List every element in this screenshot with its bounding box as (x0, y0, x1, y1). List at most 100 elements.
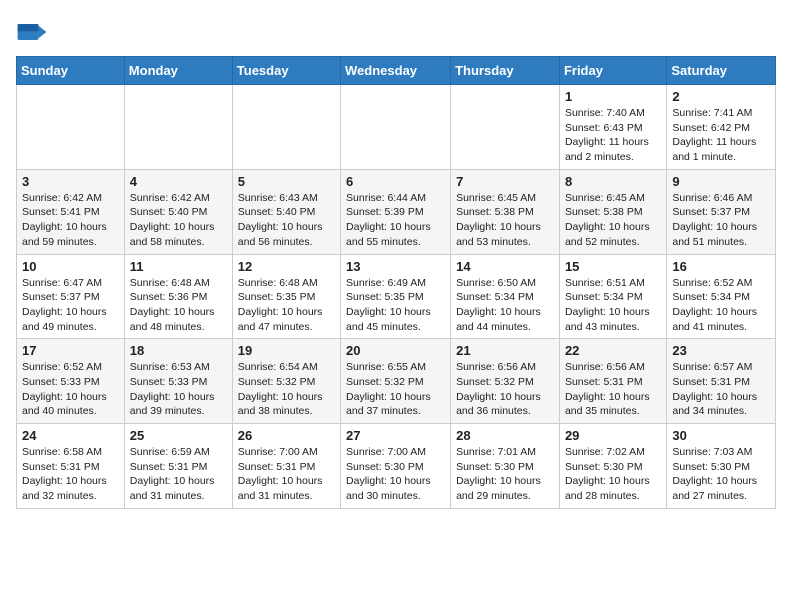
day-number: 11 (130, 259, 227, 274)
calendar-cell-4-3: 19 Sunrise: 6:54 AM Sunset: 5:32 PM Dayli… (232, 339, 340, 424)
day-info: Sunrise: 7:00 AM Sunset: 5:30 PM Dayligh… (346, 445, 445, 504)
day-number: 26 (238, 428, 335, 443)
day-number: 4 (130, 174, 227, 189)
day-info: Sunrise: 6:50 AM Sunset: 5:34 PM Dayligh… (456, 276, 554, 335)
day-number: 20 (346, 343, 445, 358)
day-number: 21 (456, 343, 554, 358)
weekday-header-friday: Friday (559, 57, 666, 85)
day-info: Sunrise: 6:52 AM Sunset: 5:34 PM Dayligh… (672, 276, 770, 335)
calendar-cell-4-2: 18 Sunrise: 6:53 AM Sunset: 5:33 PM Dayli… (124, 339, 232, 424)
calendar-cell-2-3: 5Sunrise: 6:43 AM Sunset: 5:40 PM Daylig… (232, 169, 340, 254)
day-number: 16 (672, 259, 770, 274)
week-row-3: 10Sunrise: 6:47 AM Sunset: 5:37 PM Dayli… (17, 254, 776, 339)
day-info: Sunrise: 6:56 AM Sunset: 5:32 PM Dayligh… (456, 360, 554, 419)
calendar-cell-5-5: 28 Sunrise: 7:01 AM Sunset: 5:30 PM Dayli… (451, 424, 560, 509)
day-number: 23 (672, 343, 770, 358)
calendar-cell-5-7: 30Sunrise: 7:03 AM Sunset: 5:30 PM Dayli… (667, 424, 776, 509)
calendar-cell-3-6: 15 Sunrise: 6:51 AM Sunset: 5:34 PM Dayli… (559, 254, 666, 339)
calendar-table: SundayMondayTuesdayWednesdayThursdayFrid… (16, 56, 776, 509)
calendar-cell-3-3: 12 Sunrise: 6:48 AM Sunset: 5:35 PM Dayli… (232, 254, 340, 339)
calendar-cell-4-6: 22 Sunrise: 6:56 AM Sunset: 5:31 PM Dayli… (559, 339, 666, 424)
day-info: Sunrise: 6:48 AM Sunset: 5:36 PM Dayligh… (130, 276, 227, 335)
day-info: Sunrise: 7:40 AM Sunset: 6:43 PM Dayligh… (565, 106, 661, 165)
calendar-cell-3-5: 14 Sunrise: 6:50 AM Sunset: 5:34 PM Dayli… (451, 254, 560, 339)
calendar-cell-1-7: 2 Sunrise: 7:41 AM Sunset: 6:42 PM Daylig… (667, 85, 776, 170)
calendar-cell-1-3 (232, 85, 340, 170)
day-number: 14 (456, 259, 554, 274)
calendar-cell-5-6: 29Sunrise: 7:02 AM Sunset: 5:30 PM Dayli… (559, 424, 666, 509)
day-number: 13 (346, 259, 445, 274)
day-number: 19 (238, 343, 335, 358)
day-info: Sunrise: 7:03 AM Sunset: 5:30 PM Dayligh… (672, 445, 770, 504)
day-info: Sunrise: 7:01 AM Sunset: 5:30 PM Dayligh… (456, 445, 554, 504)
day-info: Sunrise: 6:48 AM Sunset: 5:35 PM Dayligh… (238, 276, 335, 335)
day-info: Sunrise: 6:54 AM Sunset: 5:32 PM Dayligh… (238, 360, 335, 419)
calendar-cell-3-7: 16 Sunrise: 6:52 AM Sunset: 5:34 PM Dayli… (667, 254, 776, 339)
day-number: 15 (565, 259, 661, 274)
day-info: Sunrise: 6:43 AM Sunset: 5:40 PM Dayligh… (238, 191, 335, 250)
day-info: Sunrise: 6:59 AM Sunset: 5:31 PM Dayligh… (130, 445, 227, 504)
weekday-header-saturday: Saturday (667, 57, 776, 85)
day-number: 18 (130, 343, 227, 358)
day-number: 22 (565, 343, 661, 358)
calendar-cell-1-2 (124, 85, 232, 170)
logo-icon (16, 16, 48, 48)
calendar-cell-5-4: 27Sunrise: 7:00 AM Sunset: 5:30 PM Dayli… (341, 424, 451, 509)
day-info: Sunrise: 6:56 AM Sunset: 5:31 PM Dayligh… (565, 360, 661, 419)
page: SundayMondayTuesdayWednesdayThursdayFrid… (0, 0, 792, 525)
calendar-cell-1-1 (17, 85, 125, 170)
day-number: 9 (672, 174, 770, 189)
day-number: 12 (238, 259, 335, 274)
day-info: Sunrise: 6:58 AM Sunset: 5:31 PM Dayligh… (22, 445, 119, 504)
day-number: 17 (22, 343, 119, 358)
calendar-cell-4-4: 20 Sunrise: 6:55 AM Sunset: 5:32 PM Dayli… (341, 339, 451, 424)
day-info: Sunrise: 6:42 AM Sunset: 5:40 PM Dayligh… (130, 191, 227, 250)
day-number: 28 (456, 428, 554, 443)
day-number: 7 (456, 174, 554, 189)
day-info: Sunrise: 7:00 AM Sunset: 5:31 PM Dayligh… (238, 445, 335, 504)
day-info: Sunrise: 7:41 AM Sunset: 6:42 PM Dayligh… (672, 106, 770, 165)
day-info: Sunrise: 6:46 AM Sunset: 5:37 PM Dayligh… (672, 191, 770, 250)
day-number: 6 (346, 174, 445, 189)
day-info: Sunrise: 6:42 AM Sunset: 5:41 PM Dayligh… (22, 191, 119, 250)
calendar-cell-1-4 (341, 85, 451, 170)
calendar-cell-5-1: 24 Sunrise: 6:58 AM Sunset: 5:31 PM Dayli… (17, 424, 125, 509)
header (16, 10, 776, 48)
calendar-cell-2-5: 7 Sunrise: 6:45 AM Sunset: 5:38 PM Daylig… (451, 169, 560, 254)
day-number: 8 (565, 174, 661, 189)
day-number: 29 (565, 428, 661, 443)
day-number: 24 (22, 428, 119, 443)
day-info: Sunrise: 6:53 AM Sunset: 5:33 PM Dayligh… (130, 360, 227, 419)
day-info: Sunrise: 6:44 AM Sunset: 5:39 PM Dayligh… (346, 191, 445, 250)
calendar-cell-1-5 (451, 85, 560, 170)
calendar-cell-1-6: 1Sunrise: 7:40 AM Sunset: 6:43 PM Daylig… (559, 85, 666, 170)
weekday-header-monday: Monday (124, 57, 232, 85)
calendar-cell-5-3: 26 Sunrise: 7:00 AM Sunset: 5:31 PM Dayli… (232, 424, 340, 509)
day-info: Sunrise: 6:45 AM Sunset: 5:38 PM Dayligh… (456, 191, 554, 250)
day-info: Sunrise: 6:47 AM Sunset: 5:37 PM Dayligh… (22, 276, 119, 335)
day-info: Sunrise: 6:45 AM Sunset: 5:38 PM Dayligh… (565, 191, 661, 250)
logo (16, 16, 50, 48)
calendar-cell-2-7: 9 Sunrise: 6:46 AM Sunset: 5:37 PM Daylig… (667, 169, 776, 254)
weekday-header-thursday: Thursday (451, 57, 560, 85)
week-row-5: 24 Sunrise: 6:58 AM Sunset: 5:31 PM Dayli… (17, 424, 776, 509)
day-number: 3 (22, 174, 119, 189)
day-info: Sunrise: 6:51 AM Sunset: 5:34 PM Dayligh… (565, 276, 661, 335)
calendar-body: 1Sunrise: 7:40 AM Sunset: 6:43 PM Daylig… (17, 85, 776, 509)
day-info: Sunrise: 6:55 AM Sunset: 5:32 PM Dayligh… (346, 360, 445, 419)
day-info: Sunrise: 6:52 AM Sunset: 5:33 PM Dayligh… (22, 360, 119, 419)
calendar-cell-2-2: 4 Sunrise: 6:42 AM Sunset: 5:40 PM Daylig… (124, 169, 232, 254)
calendar-cell-5-2: 25 Sunrise: 6:59 AM Sunset: 5:31 PM Dayli… (124, 424, 232, 509)
calendar-cell-2-6: 8 Sunrise: 6:45 AM Sunset: 5:38 PM Daylig… (559, 169, 666, 254)
day-number: 2 (672, 89, 770, 104)
day-number: 25 (130, 428, 227, 443)
weekday-header-row: SundayMondayTuesdayWednesdayThursdayFrid… (17, 57, 776, 85)
week-row-4: 17 Sunrise: 6:52 AM Sunset: 5:33 PM Dayli… (17, 339, 776, 424)
weekday-header-sunday: Sunday (17, 57, 125, 85)
calendar-header: SundayMondayTuesdayWednesdayThursdayFrid… (17, 57, 776, 85)
week-row-1: 1Sunrise: 7:40 AM Sunset: 6:43 PM Daylig… (17, 85, 776, 170)
day-info: Sunrise: 6:49 AM Sunset: 5:35 PM Dayligh… (346, 276, 445, 335)
weekday-header-wednesday: Wednesday (341, 57, 451, 85)
calendar-cell-2-1: 3 Sunrise: 6:42 AM Sunset: 5:41 PM Daylig… (17, 169, 125, 254)
calendar-cell-4-5: 21 Sunrise: 6:56 AM Sunset: 5:32 PM Dayli… (451, 339, 560, 424)
